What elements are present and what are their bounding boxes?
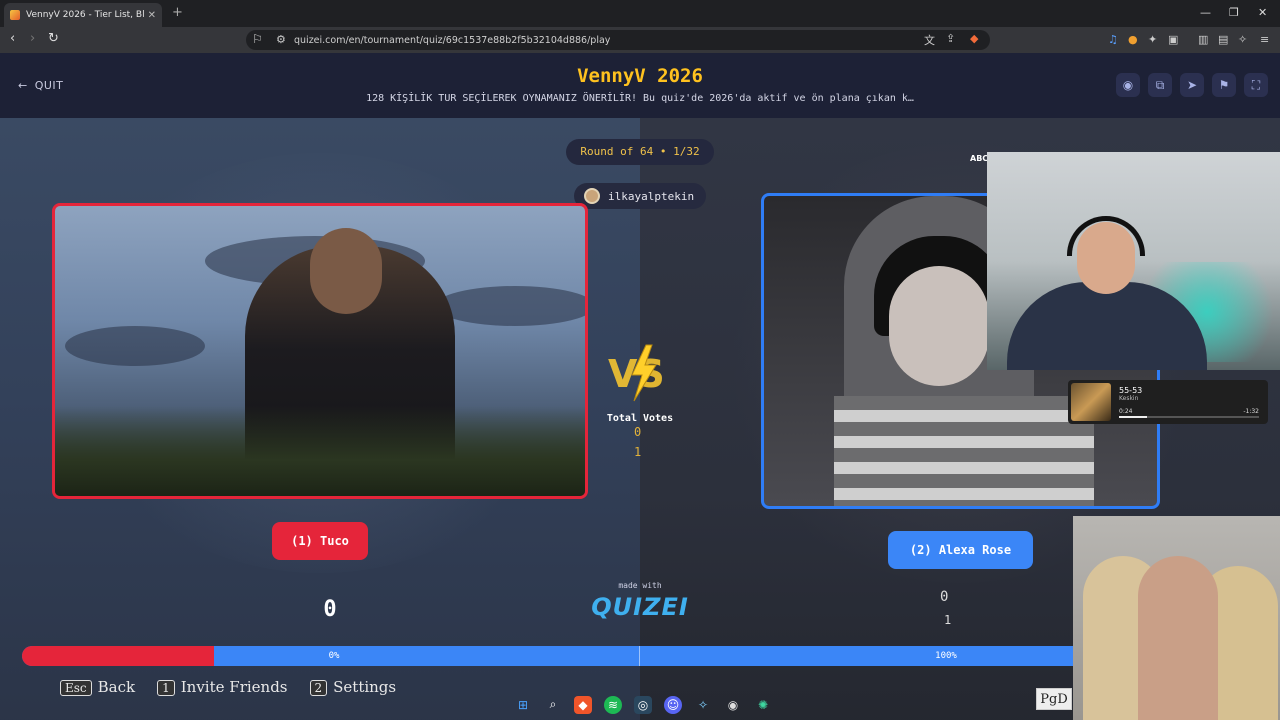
- site-favicon-icon: [10, 10, 20, 20]
- eye-icon[interactable]: ◉: [1116, 73, 1140, 97]
- right-vote-count-bottom: 1: [944, 613, 952, 627]
- cloud-shape: [65, 326, 205, 366]
- cloud-shape: [435, 286, 585, 326]
- grass-shape: [55, 406, 585, 496]
- versus-icon: VS: [608, 344, 665, 402]
- browser-tab[interactable]: VennyV 2026 - Tier List, Blind Ra ✕: [4, 3, 162, 27]
- flag-icon[interactable]: ⚑: [1212, 73, 1236, 97]
- track-title: 55-53: [1119, 386, 1143, 395]
- hint-settings: 2 Settings: [309, 678, 397, 696]
- vote-right-button[interactable]: (2) Alexa Rose: [888, 531, 1033, 569]
- quiz-header: ← QUIT VennyV 2026 128 KİŞİLİK TUR SEÇİL…: [0, 53, 1280, 118]
- windows-taskbar: ⊞ ⌕ ◆ ≋ ◎ ☺ ✧ ◉ ✺: [500, 689, 780, 720]
- forward-icon[interactable]: ›: [30, 31, 35, 46]
- pgdn-key: PgD: [1036, 688, 1072, 710]
- track-elapsed: 0:24: [1119, 408, 1133, 415]
- track-progress: [1119, 416, 1259, 418]
- sweater-shape: [834, 396, 1094, 506]
- minimize-icon[interactable]: —: [1200, 6, 1211, 19]
- discord-icon[interactable]: ☺: [664, 695, 682, 714]
- vote-left-button[interactable]: (1) Tuco: [272, 522, 368, 560]
- new-tab-button[interactable]: +: [172, 5, 183, 20]
- track-progress-fill: [1119, 416, 1147, 418]
- translate-icon[interactable]: 文: [924, 32, 935, 48]
- candidate-face: [889, 266, 989, 386]
- track-artist: Keskin: [1119, 395, 1139, 402]
- track-remaining: -1:32: [1243, 408, 1259, 415]
- key-2: 2: [309, 680, 328, 696]
- creator-username: ilkayalptekin: [608, 189, 695, 203]
- quiz-title: VennyV 2026: [577, 65, 703, 87]
- bookmark-icon[interactable]: ⚐: [252, 32, 263, 46]
- webcam-overlay: [987, 152, 1280, 370]
- now-playing-widget: 55-53 Keskin 0:24 -1:32: [1068, 380, 1268, 424]
- game-overlay-hints: Esc Back 1 Invite Friends 2 Settings: [60, 678, 396, 696]
- total-votes-label: Total Votes: [606, 413, 674, 424]
- made-with-label: made with: [618, 581, 662, 590]
- media-icon[interactable]: ▣: [1168, 33, 1178, 46]
- left-share-fill: [22, 646, 214, 666]
- site-info-icon[interactable]: ⚙: [276, 33, 286, 46]
- total-votes-spinner-bottom: 1: [634, 445, 642, 459]
- share-icon[interactable]: ⇪: [946, 32, 955, 45]
- puzzle-icon[interactable]: ✦: [1148, 33, 1157, 46]
- maximize-icon[interactable]: ❐: [1229, 6, 1239, 19]
- address-field[interactable]: ⚐ ⚙ quizei.com/en/tournament/quiz/69c153…: [246, 30, 990, 50]
- window-close-icon[interactable]: ✕: [1258, 6, 1267, 19]
- hint-invite: 1 Invite Friends: [157, 678, 288, 696]
- url-text: quizei.com/en/tournament/quiz/69c1537e88…: [294, 34, 611, 46]
- obs-icon[interactable]: ◉: [724, 696, 742, 714]
- album-art: [1071, 383, 1111, 421]
- sidebar-icon[interactable]: ▥: [1198, 33, 1208, 46]
- steam-icon[interactable]: ◎: [634, 695, 652, 714]
- quizei-logo[interactable]: QUIZEI: [590, 593, 690, 621]
- right-percent: 100%: [935, 651, 957, 661]
- creator-chip[interactable]: ilkayalptekin: [574, 183, 706, 209]
- total-votes-spinner-top: 0: [634, 425, 642, 439]
- hint-invite-label: Invite Friends: [180, 678, 288, 696]
- bar-divider: [639, 646, 640, 666]
- headphones-icon: [1067, 216, 1145, 256]
- spotify-icon[interactable]: ≋: [604, 695, 622, 714]
- quiz-subtitle: 128 KİŞİLİK TUR SEÇİLEREK OYNAMANIZ ÖNER…: [366, 93, 914, 104]
- reload-icon[interactable]: ↻: [48, 31, 59, 46]
- chatgpt-icon[interactable]: ✺: [754, 696, 772, 714]
- key-1: 1: [157, 680, 175, 696]
- left-percent: 0%: [328, 651, 340, 661]
- send-icon[interactable]: ➤: [1180, 73, 1204, 97]
- fullscreen-icon[interactable]: ⛶: [1244, 73, 1268, 97]
- back-icon[interactable]: ‹: [10, 31, 15, 46]
- right-vote-count-top: 0: [940, 589, 949, 605]
- person-shape: [1138, 556, 1218, 720]
- audio-icon[interactable]: ♫: [1108, 33, 1118, 46]
- app-icon[interactable]: ✧: [694, 696, 712, 714]
- track-info: 55-53 Keskin 0:24 -1:32: [1119, 383, 1265, 421]
- browser-tab-bar: VennyV 2026 - Tier List, Blind Ra ✕ + — …: [0, 0, 1280, 27]
- abc-label: ABC: [970, 154, 989, 163]
- search-icon[interactable]: ⌕: [544, 696, 562, 714]
- brave-shield-icon[interactable]: ◆: [970, 32, 978, 45]
- tab-close-icon[interactable]: ✕: [148, 10, 156, 21]
- windows-start-icon[interactable]: ⊞: [514, 696, 532, 714]
- left-vote-count: 0: [323, 597, 337, 622]
- candidate-head: [310, 228, 382, 314]
- hint-back: Esc Back: [60, 678, 135, 696]
- extension-icon[interactable]: ●: [1128, 33, 1138, 46]
- menu-icon[interactable]: ≡: [1260, 33, 1269, 46]
- key-esc: Esc: [60, 680, 92, 696]
- copy-icon[interactable]: ⧉: [1148, 73, 1172, 97]
- avatar: [584, 188, 600, 204]
- round-indicator: Round of 64 • 1/32: [566, 139, 714, 165]
- wallet-icon[interactable]: ▤: [1218, 33, 1228, 46]
- photo-overlay: [1073, 516, 1280, 720]
- brave-browser-icon[interactable]: ◆: [574, 695, 592, 714]
- hint-settings-label: Settings: [333, 678, 397, 696]
- left-candidate-card[interactable]: [52, 203, 588, 499]
- tab-title: VennyV 2026 - Tier List, Blind Ra: [26, 10, 144, 20]
- leo-icon[interactable]: ✧: [1238, 33, 1247, 46]
- hint-back-label: Back: [97, 678, 136, 696]
